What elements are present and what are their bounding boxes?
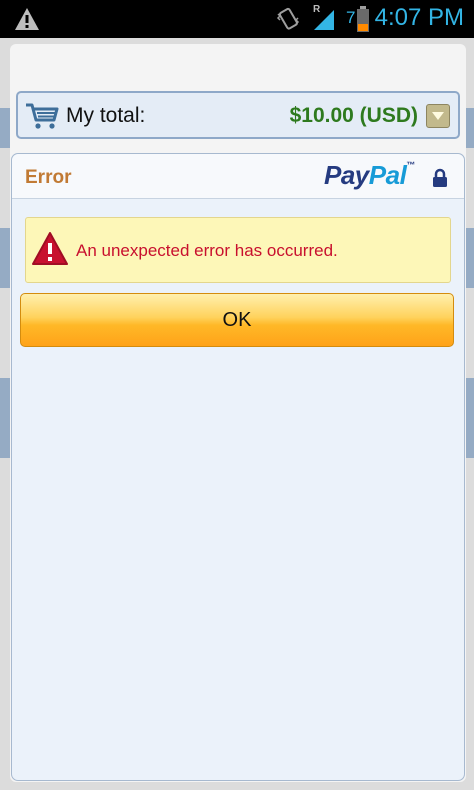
total-amount: $10.00 (USD) [289, 104, 418, 127]
error-message: An unexpected error has occurred. [76, 241, 338, 260]
paypal-logo-pay: Pay [324, 160, 369, 190]
clock: 4:07 PM [374, 4, 464, 31]
lock-icon [432, 168, 448, 193]
order-total-bar[interactable]: My total: $10.00 (USD) [16, 91, 460, 139]
dropdown-icon[interactable] [426, 104, 450, 128]
battery-level: 7 [346, 8, 356, 27]
warning-icon [14, 7, 40, 36]
trademark: ™ [406, 160, 415, 170]
vibrate-icon [276, 6, 300, 37]
dialog-header: Error PayPal™ [12, 154, 464, 199]
status-bar: R 7 4:07 PM [0, 0, 474, 38]
dialog-title: Error [25, 167, 72, 188]
battery-icon [357, 6, 369, 37]
roaming-indicator: R [313, 4, 321, 15]
error-alert: An unexpected error has occurred. [25, 217, 451, 283]
error-dialog: Error PayPal™ An unexpected error has oc… [11, 153, 465, 781]
cart-icon [25, 102, 59, 135]
total-label: My total: [66, 104, 146, 127]
ok-button[interactable]: OK [20, 293, 454, 347]
paypal-logo-pal: Pal [368, 160, 407, 190]
warning-icon [31, 231, 69, 272]
paypal-logo: PayPal™ [324, 160, 415, 191]
